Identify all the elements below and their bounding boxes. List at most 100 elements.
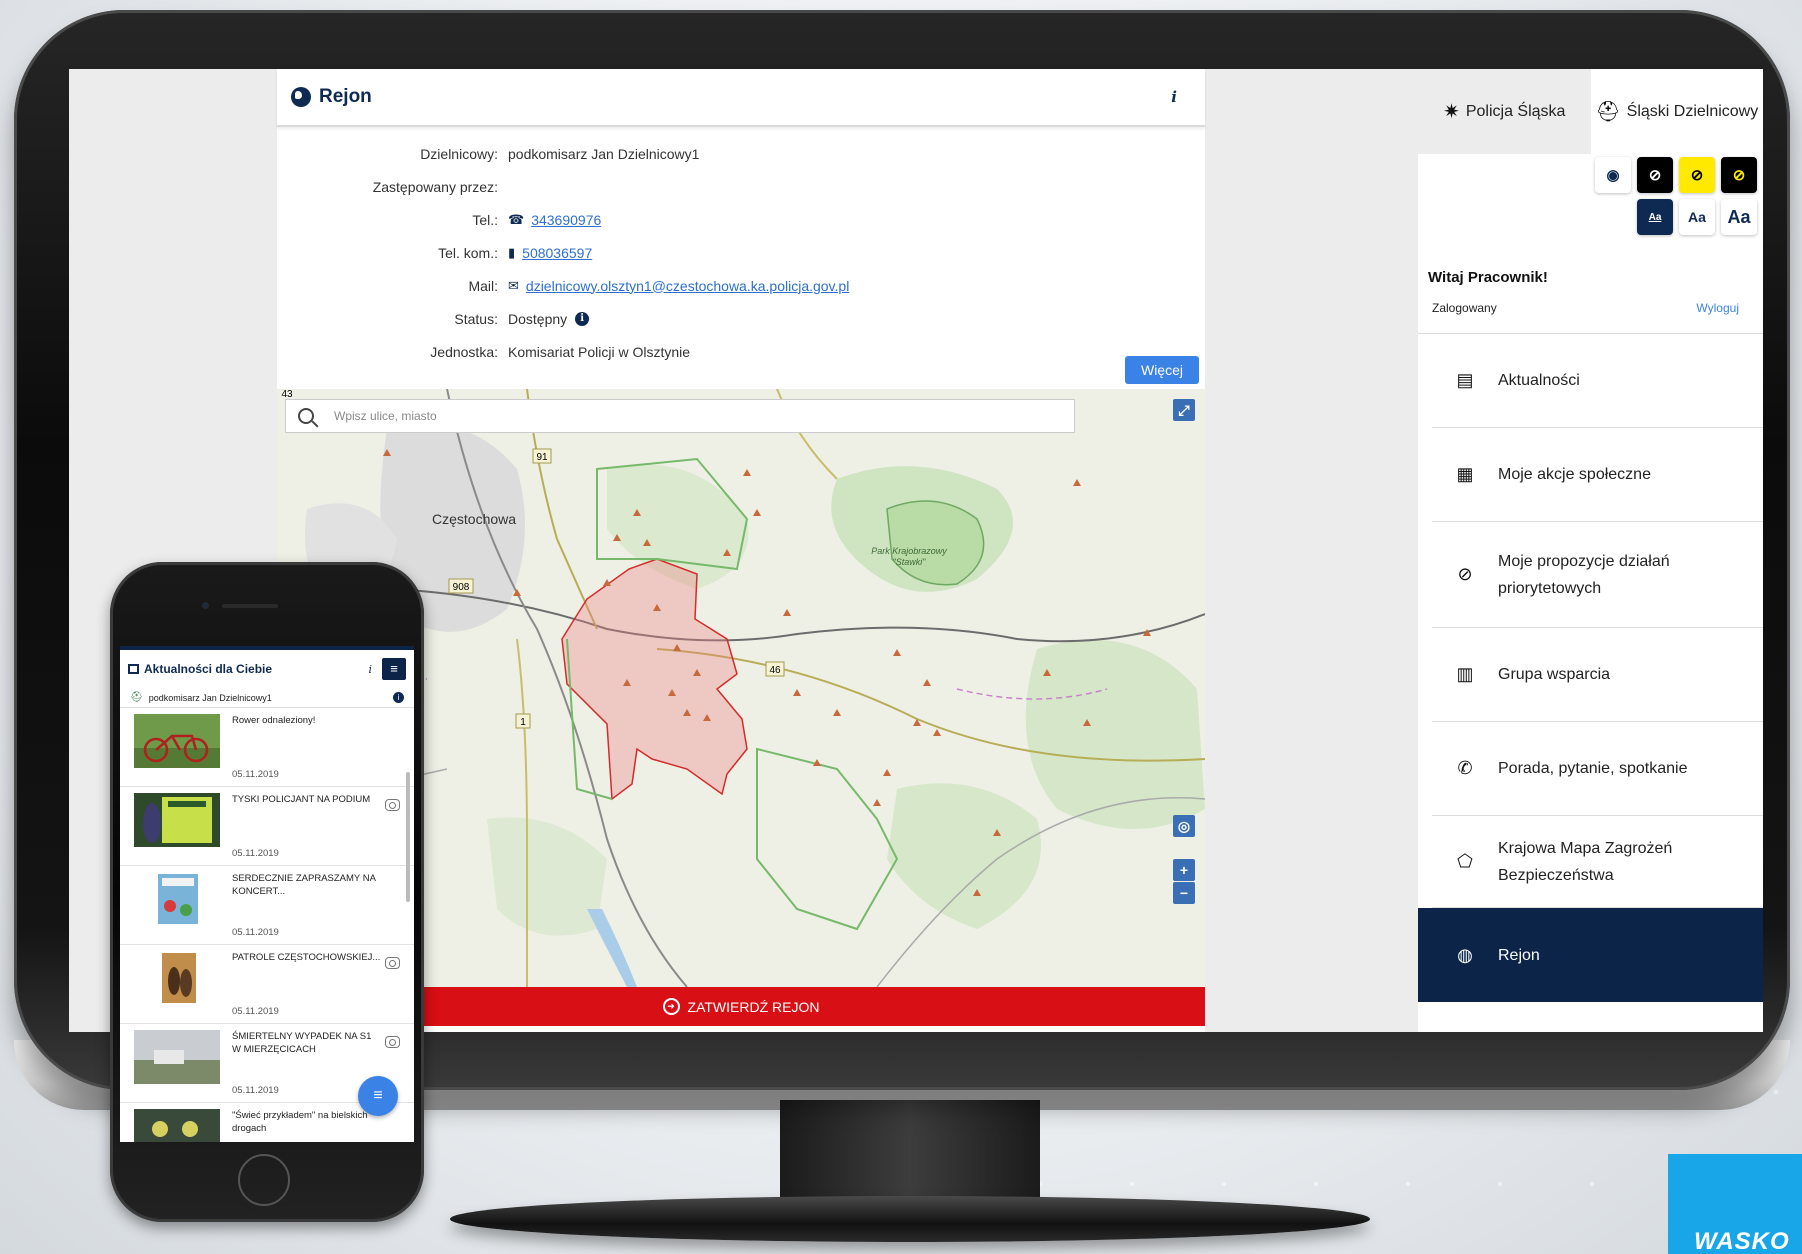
list-item[interactable]: Rower odnaleziony! 05.11.2019 <box>120 708 414 787</box>
logout-link[interactable]: Wyloguj <box>1696 301 1739 315</box>
list-item[interactable]: PATROLE CZĘSTOCHOWSKIEJ... 05.11.2019 <box>120 945 414 1024</box>
news-thumbnail <box>134 1109 220 1142</box>
sidebar-item-propozycje[interactable]: ⊘ Moje propozycje działań priorytetowych <box>1432 522 1763 628</box>
unit-value: Komisariat Policji w Olsztynie <box>508 343 691 360</box>
globe-icon: ◍ <box>1457 944 1473 965</box>
detail-row-status: Status: Dostępny i <box>277 302 1205 335</box>
detail-label: Mail: <box>468 277 498 294</box>
zoom-out-button[interactable]: − <box>1173 882 1195 904</box>
phone-screen: Aktualności dla Ciebie i ≡ ⛑ podkomisarz… <box>120 646 414 1142</box>
sidebar-item-porada[interactable]: ✆ Porada, pytanie, spotkanie <box>1432 722 1763 816</box>
clipboard-icon: ▦ <box>1456 464 1474 484</box>
news-date: 05.11.2019 <box>232 848 279 859</box>
map-search-placeholder: Wpisz ulice, miasto <box>334 409 437 423</box>
phone-link[interactable]: 343690976 <box>531 212 601 228</box>
detail-label: Jednostka: <box>430 343 498 360</box>
phone-fab-menu-button[interactable]: ≡ <box>358 1076 398 1116</box>
logged-status: Zalogowany <box>1432 301 1497 315</box>
map-search-box[interactable]: Wpisz ulice, miasto <box>285 399 1075 433</box>
sidebar: ✷ Policja Śląska ⛑ Śląski Dzielnicowy ◉ … <box>1418 69 1763 1032</box>
news-thumbnail <box>134 872 220 926</box>
status-value: Dostępny <box>508 310 568 327</box>
map-city-label: Częstochowa <box>432 511 516 527</box>
phone-user-bar: ⛑ podkomisarz Jan Dzielnicowy1 i <box>120 688 414 708</box>
officer-details: Dzielnicowy: podkomisarz Jan Dzielnicowy… <box>277 127 1205 368</box>
sidebar-item-mapa-zagrozen[interactable]: ⬠ Krajowa Mapa Zagrożeń Bezpieczeństwa <box>1432 816 1763 908</box>
font-size-large-button[interactable]: Aa <box>1721 199 1757 235</box>
phone-list-icon: ✆ <box>1457 758 1473 778</box>
sidebar-item-grupa-wsparcia[interactable]: ▥ Grupa wsparcia <box>1432 628 1763 722</box>
news-thumbnail <box>134 714 220 768</box>
font-size-medium-button[interactable]: Aa <box>1679 199 1715 235</box>
poland-map-icon: ⬠ <box>1457 851 1473 871</box>
mail-link[interactable]: dzielnicowy.olsztyn1@czestochowa.ka.poli… <box>526 278 849 294</box>
status-info-icon[interactable]: i <box>575 311 590 326</box>
phone-header: Aktualności dla Ciebie i ≡ <box>120 646 414 688</box>
menu-hamburger-icon[interactable]: ≡ <box>382 658 406 680</box>
info-icon[interactable]: i <box>368 663 372 676</box>
tab-slaski-dzielnicowy[interactable]: ⛑ Śląski Dzielnicowy <box>1591 69 1764 154</box>
sidebar-item-rejon[interactable]: ◍ Rejon <box>1418 908 1763 1002</box>
detail-label: Tel.: <box>472 211 498 228</box>
phone-title: Aktualności dla Ciebie <box>144 662 273 676</box>
locate-icon[interactable]: ◎ <box>1173 815 1195 837</box>
contrast-yellow-eye-slash-icon[interactable]: ⊘ <box>1679 157 1715 193</box>
sidebar-tabs: ✷ Policja Śląska ⛑ Śląski Dzielnicowy <box>1418 69 1763 154</box>
detail-row-mail: Mail: ✉ dzielnicowy.olsztyn1@czestochowa.… <box>277 269 1205 302</box>
user-info-icon[interactable]: i <box>393 692 404 703</box>
info-icon[interactable]: i <box>1171 88 1191 106</box>
camera-icon <box>385 957 400 969</box>
more-button[interactable]: Więcej <box>1125 356 1199 384</box>
police-cap-icon: ⛑ <box>1595 101 1621 123</box>
news-thumbnail <box>134 951 220 1005</box>
contrast-normal-eye-icon[interactable]: ◉ <box>1595 157 1631 193</box>
scrollbar[interactable] <box>406 772 410 902</box>
font-size-small-button[interactable]: Aa <box>1637 199 1673 235</box>
news-date: 05.11.2019 <box>232 1006 279 1017</box>
sidebar-item-aktualnosci[interactable]: ▤ Aktualności <box>1432 334 1763 428</box>
zoom-in-button[interactable]: + <box>1173 859 1195 881</box>
detail-row-phone: Tel.: ☎ 343690976 <box>277 203 1205 236</box>
mobile-link[interactable]: 508036597 <box>522 245 592 261</box>
card-header: Rejon i <box>277 69 1205 127</box>
camera-icon <box>385 1036 400 1048</box>
newspaper-icon <box>128 664 139 674</box>
newspaper-icon: ▤ <box>1456 370 1474 390</box>
mobile-phone-icon: ▮ <box>508 244 516 260</box>
officer-name: podkomisarz Jan Dzielnicowy1 <box>508 145 700 162</box>
sidebar-item-label: Krajowa Mapa Zagrożeń Bezpieczeństwa <box>1498 839 1673 884</box>
map-park-label-1: Park Krajobrazowy <box>871 546 947 556</box>
detail-row-officer: Dzielnicowy: podkomisarz Jan Dzielnicowy… <box>277 137 1205 170</box>
detail-label: Tel. kom.: <box>438 244 498 261</box>
detail-label: Zastępowany przez: <box>372 178 498 195</box>
news-date: 05.11.2019 <box>232 769 279 780</box>
card-title: Rejon <box>319 86 372 107</box>
police-star-icon: ✷ <box>1443 101 1460 123</box>
tab-policja-slaska[interactable]: ✷ Policja Śląska <box>1418 69 1591 154</box>
fullscreen-icon[interactable]: ⤢ <box>1173 399 1195 421</box>
road-label-91: 91 <box>536 452 548 463</box>
detail-row-substitute: Zastępowany przez: <box>277 170 1205 203</box>
news-thumbnail <box>134 1030 220 1084</box>
arrow-right-icon: ➜ <box>662 998 680 1015</box>
news-title: SERDECZNIE ZAPRASZAMY NA KONCERT... <box>232 873 376 897</box>
detail-row-unit: Jednostka: Komisariat Policji w Olsztyni… <box>277 335 1205 368</box>
news-title: Rower odnaleziony! <box>232 715 316 726</box>
greeting: Witaj Pracownik! <box>1428 269 1548 286</box>
sidebar-item-label: Aktualności <box>1498 372 1580 389</box>
map-park-label-2: "Stawki" <box>893 557 927 567</box>
contrast-yellow-black-eye-slash-icon[interactable]: ⊘ <box>1721 157 1757 193</box>
news-date: 05.11.2019 <box>232 927 279 938</box>
monitor-stand-base <box>450 1196 1370 1242</box>
contrast-black-eye-slash-icon[interactable]: ⊘ <box>1637 157 1673 193</box>
news-title: ŚMIERTELNY WYPADEK NA S1 W MIERZĘCICACH <box>232 1031 372 1055</box>
list-item[interactable]: SERDECZNIE ZAPRASZAMY NA KONCERT... 05.11… <box>120 866 414 945</box>
brand-label: WASKO <box>1694 1228 1790 1254</box>
camera-icon <box>385 799 400 811</box>
globe-icon <box>291 87 311 107</box>
sidebar-item-label: Moje akcje społeczne <box>1498 466 1651 483</box>
sidebar-item-akcje-spoleczne[interactable]: ▦ Moje akcje społeczne <box>1432 428 1763 522</box>
tab-label: Śląski Dzielnicowy <box>1626 102 1759 120</box>
list-item[interactable]: TYSKI POLICJANT NA PODIUM 05.11.2019 <box>120 787 414 866</box>
monitor-stand-neck <box>780 1100 1040 1210</box>
